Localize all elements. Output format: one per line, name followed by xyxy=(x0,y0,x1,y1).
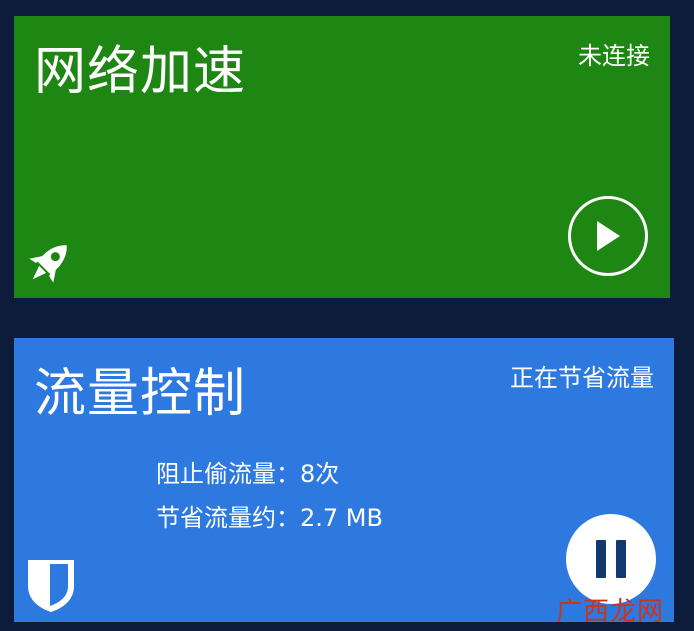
tile-title: 网络加速 xyxy=(34,42,247,102)
pause-icon xyxy=(616,540,626,578)
blocked-count: 阻止偷流量：8次 xyxy=(156,460,340,488)
connection-status: 未连接 xyxy=(578,42,650,70)
shield-icon xyxy=(28,560,74,612)
traffic-control-tile[interactable]: 流量控制 正在节省流量 阻止偷流量：8次 节省流量约：2.7 MB xyxy=(14,338,674,622)
rocket-icon xyxy=(29,245,67,283)
connect-play-button[interactable] xyxy=(568,196,648,276)
pause-button[interactable] xyxy=(566,514,656,604)
tile-title: 流量控制 xyxy=(34,364,247,424)
network-accelerate-tile[interactable]: 网络加速 未连接 xyxy=(14,16,670,298)
saved-amount: 节省流量约：2.7 MB xyxy=(156,504,383,532)
saving-status: 正在节省流量 xyxy=(510,364,654,392)
pause-icon xyxy=(596,540,606,578)
watermark: 广西龙网 xyxy=(555,597,664,627)
play-icon xyxy=(597,221,620,251)
